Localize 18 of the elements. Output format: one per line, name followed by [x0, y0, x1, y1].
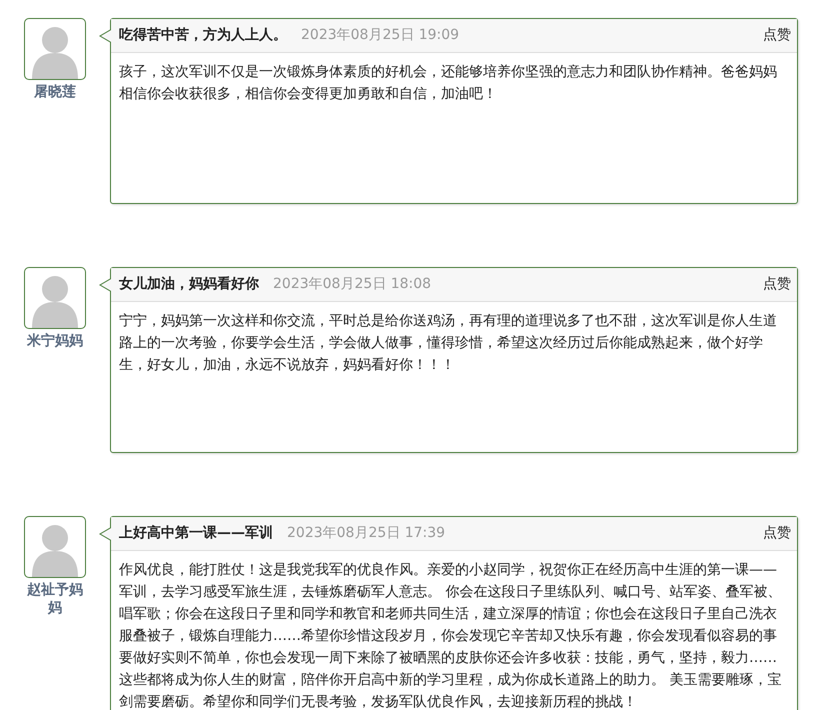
comment-time: 2023年08月25日 19:09 — [301, 26, 460, 45]
comment-text: 孩子，这次军训不仅是一次锻炼身体素质的好机会，还能够培养你坚强的意志力和团队协作精神。爸爸妈妈相信你会收获很多，相信你会变得更加勇敢和自信，加油吧！ — [118, 63, 778, 104]
avatar-icon — [24, 516, 86, 578]
comment-time: 2023年08月25日 18:08 — [273, 275, 432, 294]
comment-title: 上好高中第一课——军训 — [119, 524, 273, 543]
comment-title: 女儿加油，妈妈看好你 — [119, 275, 259, 294]
like-link[interactable]: 点赞 — [763, 274, 791, 295]
like-link[interactable]: 点赞 — [763, 523, 791, 544]
comment-time: 2023年08月25日 17:39 — [287, 524, 446, 543]
avatar-icon — [24, 267, 86, 329]
comment-title: 吃得苦中苦，方为人上人。 — [119, 26, 287, 45]
author-name[interactable]: 屠晓莲 — [23, 83, 87, 101]
like-link[interactable]: 点赞 — [763, 25, 791, 46]
comment-text: 作风优良，能打胜仗！这是我党我军的优良作风。亲爱的小赵同学，祝贺你正在经历高中生涯的第一课——军训，去学习感受军旅生涯，去锤炼磨砺军人意志。 你会在这段日子里练队列、喊口号、站军姿、叠军被、唱军歌；你会在这段日子里和同学和教官和老师共同生活，建立深厚的情谊；你也会在这段日子里自己洗衣服叠被子，锻炼自理能力……希望你珍惜这段岁月，你会发现它辛苦却又快乐有趣，你会发现看似容易的事要做好实则不简单，你也会发现一周下来除了被晒黑的皮肤你还会许多收获：技能，勇气，坚持，毅力……这些都将成为你人生的财富，陪伴你开启高中新的学习里程，成为你成长道路上的助力。 美玉需要雕琢，宝剑需要磨砺。希望你和同学们无畏考验，发扬军队优良作风，去迎接新历程的挑战！ — [118, 561, 782, 710]
comment-text: 宁宁，妈妈第一次这样和你交流，平时总是给你送鸡汤，再有理的道理说多了也不甜，这次军训是你人生道路上的一次考验，你要学会生活，学会做人做事，懂得珍惜，希望这次经历过后你能成熟起来，做个好学生，好女儿，加油，永远不说放弃，妈妈看好你！！！ — [118, 312, 778, 375]
author-name[interactable]: 米宁妈妈 — [23, 332, 87, 350]
author-name[interactable]: 赵祉予妈妈 — [23, 581, 87, 617]
avatar-icon — [24, 18, 86, 80]
